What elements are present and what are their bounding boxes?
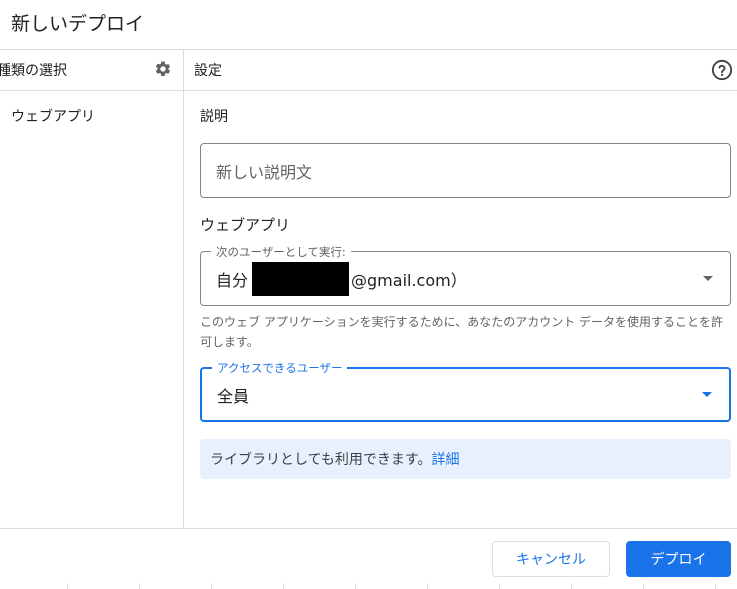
bottom-tick — [67, 583, 68, 589]
access-value: 全員 — [217, 386, 250, 406]
bottom-tick — [499, 583, 500, 589]
description-section-label: 説明 — [200, 109, 228, 125]
bottom-tick — [139, 583, 140, 589]
execute-as-prefix: 自分 — [216, 270, 249, 290]
footer-divider — [0, 528, 737, 529]
bottom-tick — [211, 583, 212, 589]
bottom-tick — [283, 583, 284, 589]
chevron-down-icon — [702, 391, 712, 397]
cancel-button[interactable]: キャンセル — [492, 541, 610, 577]
type-selection-label: 種類の選択 — [0, 63, 67, 79]
execute-as-suffix: @gmail.com） — [351, 270, 467, 290]
help-circle-icon[interactable] — [711, 59, 733, 81]
library-notice: ライブラリとしても利用できます。 詳細 — [200, 439, 731, 479]
bottom-tick — [427, 583, 428, 589]
execute-as-helper-text: このウェブ アプリケーションを実行するために、あなたのアカウント データを使用す… — [200, 315, 724, 349]
deploy-button[interactable]: デプロイ — [626, 541, 731, 577]
type-item-webapp[interactable]: ウェブアプリ — [11, 106, 95, 126]
library-notice-text: ライブラリとしても利用できます。 — [210, 452, 432, 468]
gear-icon[interactable] — [154, 60, 172, 78]
subheader-divider — [0, 90, 737, 91]
webapp-section-label: ウェブアプリ — [200, 216, 291, 234]
description-placeholder: 新しい説明文 — [216, 162, 313, 182]
redacted-email — [252, 261, 350, 296]
dialog-title: 新しいデプロイ — [11, 13, 145, 35]
chevron-down-icon — [703, 275, 713, 281]
bottom-tick — [355, 583, 356, 589]
bottom-tick — [715, 583, 716, 589]
bottom-tick — [643, 583, 644, 589]
library-learn-more-link[interactable]: 詳細 — [431, 449, 459, 469]
access-select[interactable]: アクセスできるユーザー 全員 — [200, 360, 731, 422]
panel-divider — [183, 49, 184, 528]
settings-label: 設定 — [194, 63, 222, 79]
execute-as-value: 自分 @gmail.com） — [216, 252, 467, 305]
execute-as-select[interactable]: 次のユーザーとして実行: 自分 @gmail.com） — [200, 244, 731, 306]
new-deployment-dialog: 新しいデプロイ 種類の選択 ウェブアプリ 設定 説明 新しい説明文 ウェブアプリ… — [0, 0, 737, 589]
bottom-tick — [571, 583, 572, 589]
description-field[interactable]: 新しい説明文 — [200, 143, 731, 198]
